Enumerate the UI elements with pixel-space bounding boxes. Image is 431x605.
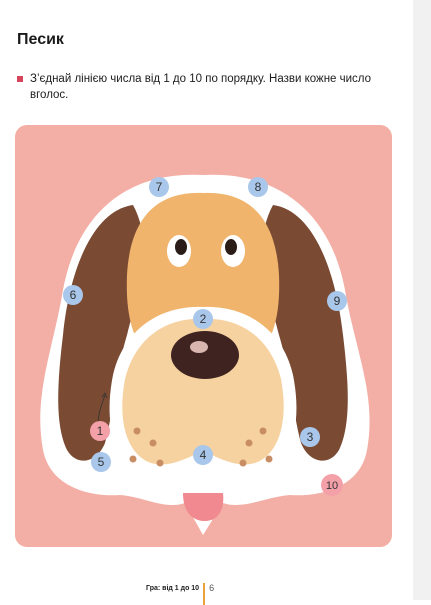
dot-label: 4 bbox=[200, 448, 207, 462]
dot-label: 3 bbox=[307, 430, 314, 444]
puzzle-panel: 1 2 3 4 5 6 7 8 9 10 bbox=[15, 125, 392, 547]
dot-label: 7 bbox=[156, 180, 163, 194]
left-eye bbox=[167, 235, 191, 267]
page-title: Песик bbox=[17, 31, 64, 48]
dot-4[interactable]: 4 bbox=[193, 445, 213, 465]
dot-2[interactable]: 2 bbox=[193, 309, 213, 329]
right-eye bbox=[221, 235, 245, 267]
dot-label: 10 bbox=[326, 480, 338, 492]
page-footer: Гра: від 1 до 10 6 bbox=[146, 577, 215, 605]
dot-label: 5 bbox=[98, 455, 105, 469]
dot-label: 2 bbox=[200, 312, 207, 326]
page-number: 6 bbox=[209, 583, 215, 593]
footer-divider bbox=[203, 583, 206, 605]
dot-label: 6 bbox=[70, 288, 77, 302]
dog-illustration: 1 2 3 4 5 6 7 8 9 10 bbox=[40, 174, 370, 535]
dot-9[interactable]: 9 bbox=[327, 291, 347, 311]
dot-3[interactable]: 3 bbox=[300, 427, 320, 447]
dot-6[interactable]: 6 bbox=[63, 285, 83, 305]
dog-nose bbox=[171, 331, 239, 379]
dot-label: 9 bbox=[334, 294, 341, 308]
instruction-text: З’єднай лінією числа від 1 до 10 по поря… bbox=[30, 73, 372, 101]
footer-label: Гра: від 1 до 10 bbox=[146, 584, 200, 592]
dot-1[interactable]: 1 bbox=[90, 421, 110, 441]
dog-tongue bbox=[183, 493, 224, 521]
dot-8[interactable]: 8 bbox=[248, 177, 268, 197]
dot-5[interactable]: 5 bbox=[91, 452, 111, 472]
page-edge bbox=[413, 0, 431, 600]
bullet-square-icon bbox=[17, 76, 23, 82]
dot-label: 8 bbox=[255, 180, 262, 194]
dot-7[interactable]: 7 bbox=[149, 177, 169, 197]
instruction: З’єднай лінією числа від 1 до 10 по поря… bbox=[17, 71, 385, 103]
dot-10[interactable]: 10 bbox=[321, 474, 343, 496]
dot-label: 1 bbox=[97, 424, 104, 438]
